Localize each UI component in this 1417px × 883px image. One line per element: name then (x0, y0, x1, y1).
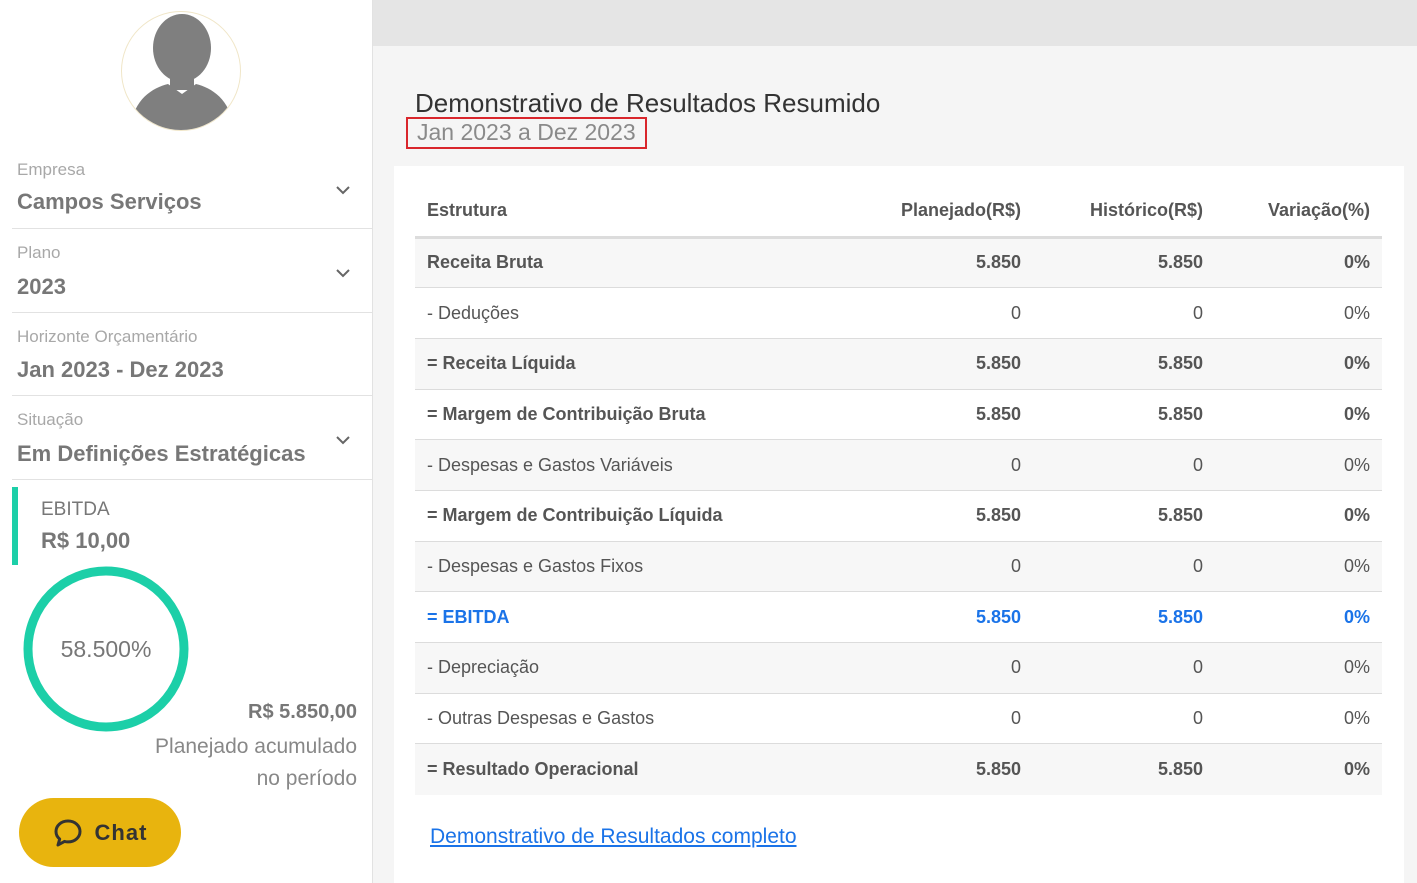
main-area: Demonstrativo de Resultados Resumido Jan… (373, 0, 1417, 883)
column-header-structure: Estrutura (415, 186, 845, 239)
table-row: - Outras Despesas e Gastos 0 0 0% (415, 693, 1382, 745)
row-variation: 0% (1215, 338, 1382, 390)
row-planned: 0 (845, 439, 1033, 491)
sidebar: Empresa Campos Serviços Plano 2023 Horiz… (0, 0, 373, 883)
company-select[interactable]: Empresa Campos Serviços (12, 160, 373, 229)
user-silhouette-icon (130, 14, 234, 130)
row-historical: 0 (1033, 693, 1215, 745)
row-label: - Depreciação (415, 642, 845, 694)
chevron-down-icon[interactable] (335, 265, 351, 281)
row-planned: 5.850 (845, 743, 1033, 795)
row-historical: 5.850 (1033, 237, 1215, 289)
row-label: = Resultado Operacional (415, 743, 845, 795)
row-label: - Despesas e Gastos Variáveis (415, 439, 845, 491)
table-row: - Deduções 0 0 0% (415, 287, 1382, 339)
progress-percent: 58.500% (60, 636, 152, 662)
income-statement-table: Estrutura Planejado(R$) Histórico(R$) Va… (415, 186, 1382, 795)
chevron-down-icon[interactable] (335, 182, 351, 198)
top-bar (373, 0, 1417, 46)
table-row: - Despesas e Gastos Fixos 0 0 0% (415, 541, 1382, 593)
company-value: Campos Serviços (17, 189, 202, 214)
row-historical: 0 (1033, 642, 1215, 694)
progress-ring: 58.500% (22, 565, 190, 733)
table-row: = Resultado Operacional 5.850 5.850 0% (415, 743, 1382, 795)
row-variation: 0% (1215, 389, 1382, 441)
plan-value: 2023 (17, 274, 66, 299)
column-header-historical: Histórico(R$) (1033, 186, 1215, 239)
row-label: - Outras Despesas e Gastos (415, 693, 845, 745)
row-variation: 0% (1215, 642, 1382, 694)
row-historical: 5.850 (1033, 743, 1215, 795)
chat-button[interactable]: Chat (19, 798, 181, 867)
row-planned: 5.850 (845, 490, 1033, 542)
budget-horizon-label: Horizonte Orçamentário (17, 327, 198, 346)
row-label: Receita Bruta (415, 237, 845, 289)
table-header-row: Estrutura Planejado(R$) Histórico(R$) Va… (415, 186, 1382, 239)
avatar[interactable] (121, 11, 241, 131)
chat-label: Chat (94, 819, 148, 845)
row-planned: 0 (845, 541, 1033, 593)
chevron-down-icon[interactable] (335, 432, 351, 448)
table-row: - Depreciação 0 0 0% (415, 642, 1382, 694)
budget-horizon-field: Horizonte Orçamentário Jan 2023 - Dez 20… (12, 327, 373, 396)
row-variation: 0% (1215, 490, 1382, 542)
row-label: - Deduções (415, 287, 845, 339)
report-period: Jan 2023 a Dez 2023 (406, 117, 647, 149)
budget-horizon-value: Jan 2023 - Dez 2023 (17, 357, 224, 382)
row-variation: 0% (1215, 439, 1382, 491)
row-historical: 5.850 (1033, 591, 1215, 643)
row-variation: 0% (1215, 693, 1382, 745)
table-row: = Margem de Contribuição Líquida 5.850 5… (415, 490, 1382, 542)
row-label: = EBITDA (415, 591, 845, 643)
accumulated-value: R$ 5.850,00 (248, 701, 357, 723)
row-planned: 0 (845, 642, 1033, 694)
row-historical: 0 (1033, 439, 1215, 491)
table-row: Receita Bruta 5.850 5.850 0% (415, 237, 1382, 289)
row-label: = Margem de Contribuição Líquida (415, 490, 845, 542)
table-row-ebitda: = EBITDA 5.850 5.850 0% (415, 591, 1382, 643)
table-row: = Margem de Contribuição Bruta 5.850 5.8… (415, 389, 1382, 441)
ebitda-summary: EBITDA R$ 10,00 (12, 487, 373, 565)
column-header-planned: Planejado(R$) (845, 186, 1033, 239)
status-value: Em Definições Estratégicas (17, 441, 306, 466)
row-planned: 5.850 (845, 237, 1033, 289)
row-historical: 0 (1033, 541, 1215, 593)
row-label: = Receita Líquida (415, 338, 845, 390)
table-row: - Despesas e Gastos Variáveis 0 0 0% (415, 439, 1382, 491)
report-card: Demonstrativo de Resultados Resumido Jan… (394, 68, 1404, 883)
accumulated-label: Planejado acumulado no período (155, 735, 357, 790)
row-label: - Despesas e Gastos Fixos (415, 541, 845, 593)
company-label: Empresa (17, 160, 86, 179)
row-variation: 0% (1215, 541, 1382, 593)
status-label: Situação (17, 410, 84, 429)
plan-label: Plano (17, 243, 61, 262)
row-planned: 5.850 (845, 338, 1033, 390)
row-historical: 5.850 (1033, 389, 1215, 441)
full-report-link[interactable]: Demonstrativo de Resultados completo (430, 825, 797, 849)
column-header-variation: Variação(%) (1215, 186, 1382, 239)
table-row: = Receita Líquida 5.850 5.850 0% (415, 338, 1382, 390)
ebitda-value: R$ 10,00 (41, 528, 131, 553)
row-label: = Margem de Contribuição Bruta (415, 389, 845, 441)
row-planned: 5.850 (845, 591, 1033, 643)
row-planned: 0 (845, 287, 1033, 339)
row-historical: 5.850 (1033, 490, 1215, 542)
report-title: Demonstrativo de Resultados Resumido (415, 88, 881, 118)
plan-select[interactable]: Plano 2023 (12, 243, 373, 313)
ebitda-label: EBITDA (41, 499, 110, 520)
chat-bubble-icon (54, 819, 82, 846)
row-variation: 0% (1215, 743, 1382, 795)
row-historical: 5.850 (1033, 338, 1215, 390)
report-header: Demonstrativo de Resultados Resumido Jan… (394, 68, 1404, 166)
row-variation: 0% (1215, 287, 1382, 339)
row-planned: 0 (845, 693, 1033, 745)
row-variation: 0% (1215, 237, 1382, 289)
row-variation: 0% (1215, 591, 1382, 643)
row-planned: 5.850 (845, 389, 1033, 441)
status-select[interactable]: Situação Em Definições Estratégicas (12, 410, 373, 480)
row-historical: 0 (1033, 287, 1215, 339)
